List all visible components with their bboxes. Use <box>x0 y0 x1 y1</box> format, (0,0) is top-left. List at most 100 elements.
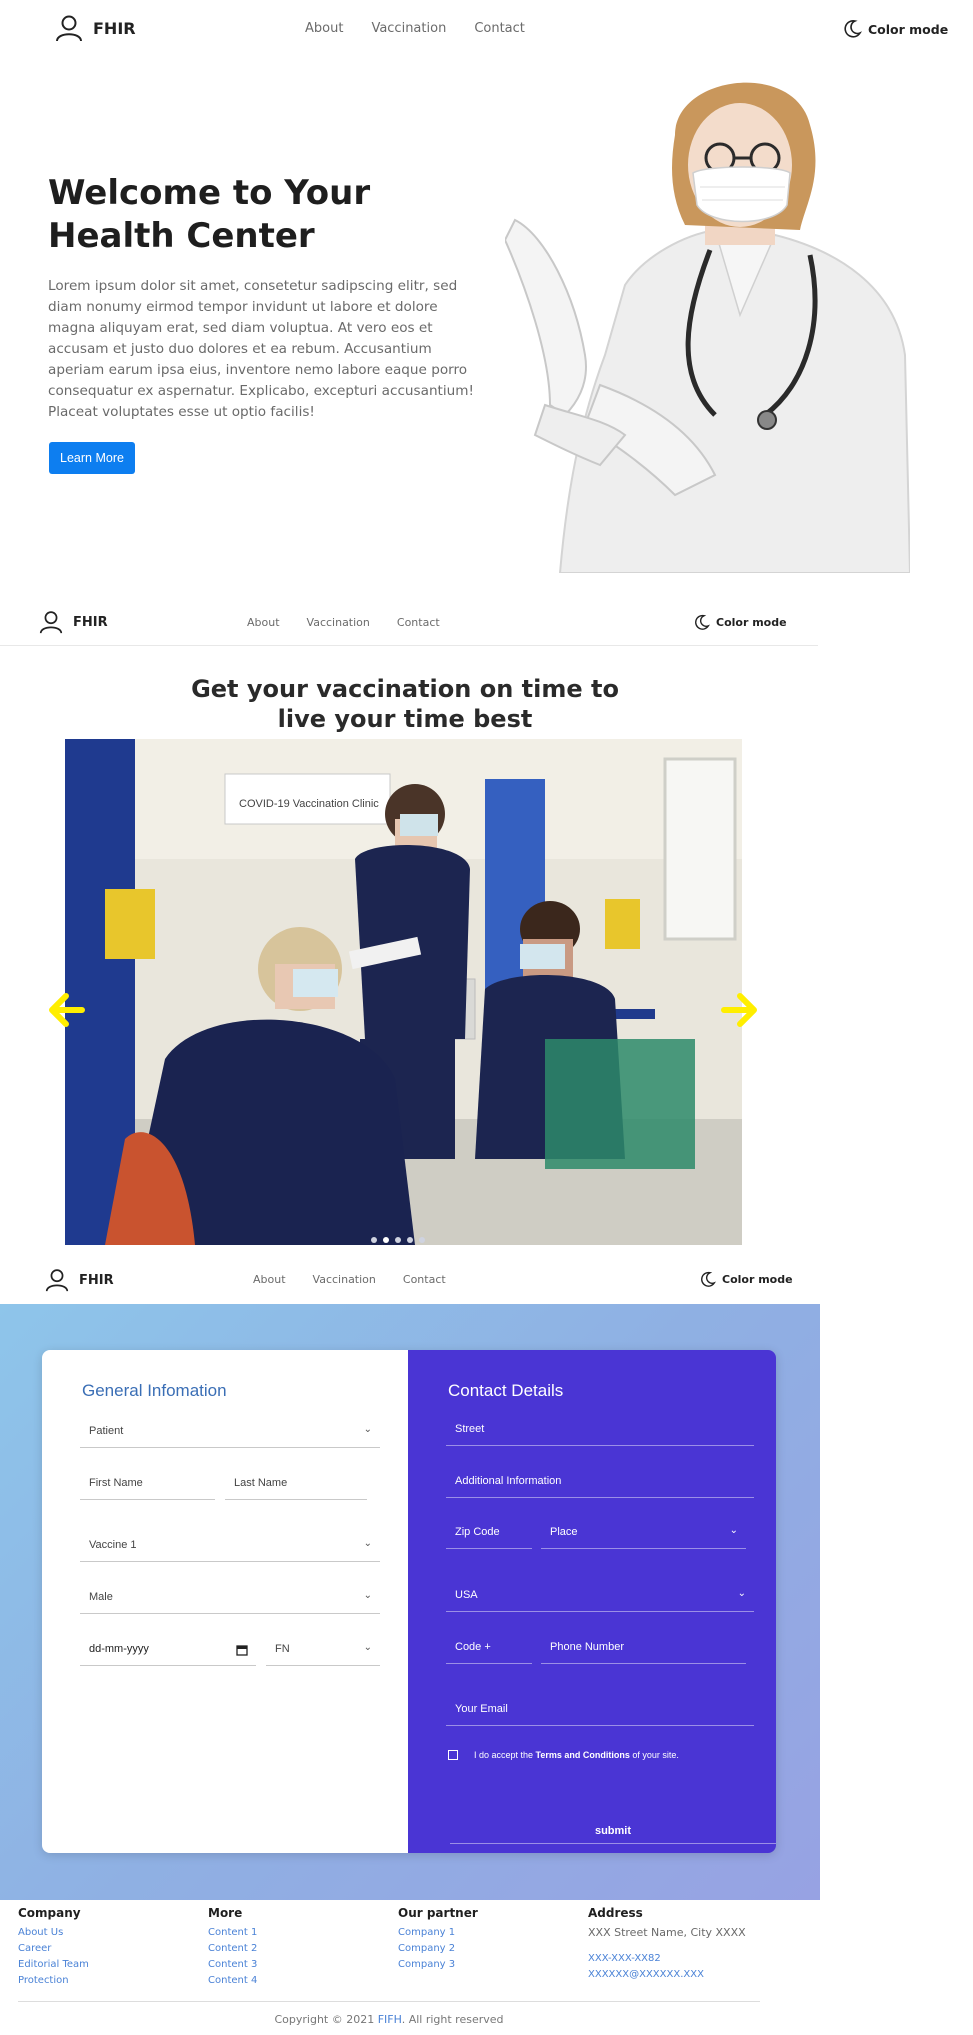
hero-title: Welcome to Your Health Center <box>48 173 371 256</box>
nav-link-contact[interactable]: Contact <box>403 1273 446 1286</box>
color-mode-toggle[interactable]: Color mode <box>693 614 787 631</box>
gender-select[interactable]: Male ⌄ <box>80 1584 380 1614</box>
brand[interactable]: FHIR <box>45 1268 114 1292</box>
vaccine-select-value: Vaccine 1 <box>89 1539 137 1551</box>
footer-link-protection[interactable]: Protection <box>18 1973 89 1989</box>
chevron-down-icon: ⌄ <box>737 1588 746 1599</box>
brand[interactable]: FHIR <box>55 14 136 42</box>
footer-address-title: Address <box>588 1906 643 1920</box>
chevron-down-icon: ⌄ <box>363 1538 372 1549</box>
vaccination-navbar: FHIR About Vaccination Contact Color mod… <box>0 602 818 646</box>
nav-link-vaccination[interactable]: Vaccination <box>307 616 370 629</box>
carousel-next-arrow-icon[interactable] <box>720 990 758 1030</box>
carousel-indicators <box>371 1237 425 1243</box>
nav-link-contact[interactable]: Contact <box>474 21 525 36</box>
contact-details-panel: Contact Details Street Additional Inform… <box>408 1350 776 1853</box>
brand-name: FHIR <box>73 614 108 630</box>
date-placeholder: dd-mm-yyyy <box>89 1643 149 1655</box>
footer-divider <box>18 2001 760 2002</box>
brand-name: FHIR <box>93 18 136 38</box>
footer-link-editorial-team[interactable]: Editorial Team <box>18 1957 89 1973</box>
footer-link-content-1[interactable]: Content 1 <box>208 1925 257 1941</box>
footer-address-street: XXX Street Name, City XXXX <box>588 1926 746 1939</box>
terms-link[interactable]: Terms and Conditions <box>536 1750 630 1760</box>
color-mode-toggle[interactable]: Color mode <box>842 19 948 39</box>
submit-button[interactable]: submit <box>450 1818 776 1844</box>
phone-number-placeholder: Phone Number <box>550 1641 624 1653</box>
terms-checkbox[interactable] <box>448 1750 458 1760</box>
footer-link-company-1[interactable]: Company 1 <box>398 1925 478 1941</box>
footer-link-content-4[interactable]: Content 4 <box>208 1973 257 1989</box>
footer-email-link[interactable]: XXXXXX@XXXXXX.XXX <box>588 1967 746 1983</box>
carousel-indicator-dot[interactable] <box>395 1237 401 1243</box>
footer-link-company-2[interactable]: Company 2 <box>398 1941 478 1957</box>
color-mode-label: Color mode <box>716 616 787 629</box>
footer-phone-link[interactable]: XXX-XXX-XX82 <box>588 1951 746 1967</box>
carousel-indicator-dot[interactable] <box>371 1237 377 1243</box>
contact-details-title: Contact Details <box>448 1381 564 1400</box>
footer-more-title: More <box>208 1906 243 1920</box>
chevron-down-icon: ⌄ <box>363 1424 372 1435</box>
date-of-birth-input[interactable]: dd-mm-yyyy <box>80 1636 256 1666</box>
additional-information-input[interactable]: Additional Information <box>446 1468 754 1498</box>
street-input[interactable]: Street <box>446 1416 754 1446</box>
nav-link-contact[interactable]: Contact <box>397 616 440 629</box>
chevron-down-icon: ⌄ <box>363 1590 372 1601</box>
footer-link-career[interactable]: Career <box>18 1941 89 1957</box>
phone-code-placeholder: Code + <box>455 1641 491 1653</box>
carousel-indicator-dot[interactable] <box>383 1237 389 1243</box>
last-name-placeholder: Last Name <box>234 1477 288 1489</box>
nav-link-about[interactable]: About <box>305 21 343 36</box>
color-mode-toggle[interactable]: Color mode <box>699 1271 793 1288</box>
footer-address-column: Address XXX Street Name, City XXXX XXX-X… <box>588 1906 746 1983</box>
learn-more-button[interactable]: Learn More <box>49 442 135 474</box>
country-select[interactable]: USA ⌄ <box>446 1582 754 1612</box>
carousel-indicator-dot[interactable] <box>419 1237 425 1243</box>
street-placeholder: Street <box>455 1423 485 1435</box>
moon-icon <box>701 1271 716 1287</box>
terms-label: I do accept the Terms and Conditions of … <box>474 1750 679 1760</box>
last-name-input[interactable]: Last Name <box>225 1470 367 1500</box>
calendar-icon[interactable] <box>236 1644 248 1656</box>
carousel-prev-arrow-icon[interactable] <box>48 990 86 1030</box>
place-select[interactable]: Place ⌄ <box>541 1519 746 1549</box>
vaccine-select[interactable]: Vaccine 1 ⌄ <box>80 1532 380 1562</box>
country-select-value: USA <box>455 1589 478 1601</box>
nav-link-vaccination[interactable]: Vaccination <box>313 1273 376 1286</box>
nav-link-vaccination[interactable]: Vaccination <box>371 21 446 36</box>
additional-information-placeholder: Additional Information <box>455 1475 562 1487</box>
footer-link-content-2[interactable]: Content 2 <box>208 1941 257 1957</box>
phone-number-input[interactable]: Phone Number <box>541 1634 746 1664</box>
patient-select-value: Patient <box>89 1425 124 1437</box>
footer-link-company-3[interactable]: Company 3 <box>398 1957 478 1973</box>
hero-text: Lorem ipsum dolor sit amet, consetetur s… <box>48 278 474 420</box>
vaccination-carousel[interactable]: COVID-19 Vaccination Clinic <box>65 739 742 1245</box>
chevron-down-icon: ⌄ <box>363 1642 372 1653</box>
email-placeholder: Your Email <box>455 1703 508 1715</box>
carousel-indicator-dot[interactable] <box>407 1237 413 1243</box>
patient-select[interactable]: Patient ⌄ <box>80 1418 380 1448</box>
email-input[interactable]: Your Email <box>446 1696 754 1726</box>
brand[interactable]: FHIR <box>39 610 108 634</box>
footer-link-content-3[interactable]: Content 3 <box>208 1957 257 1973</box>
footer-link-about-us[interactable]: About Us <box>18 1925 89 1941</box>
vaccination-clinic-image: COVID-19 Vaccination Clinic <box>65 739 742 1245</box>
terms-text-pre: I do accept the <box>474 1750 536 1760</box>
nav-links: About Vaccination Contact <box>305 21 553 36</box>
fn-select[interactable]: FN ⌄ <box>266 1636 380 1666</box>
color-mode-label: Color mode <box>722 1273 793 1286</box>
chevron-down-icon: ⌄ <box>729 1525 738 1536</box>
copyright-brand-link[interactable]: FIFH <box>378 2013 402 2026</box>
nav-link-about[interactable]: About <box>253 1273 286 1286</box>
copyright-post: . All right reserved <box>401 2013 504 2026</box>
zip-code-input[interactable]: Zip Code <box>446 1519 532 1549</box>
doctor-image <box>505 82 910 573</box>
moon-icon <box>844 20 862 38</box>
general-information-title: General Infomation <box>82 1381 227 1400</box>
fn-select-value: FN <box>275 1643 290 1655</box>
color-mode-label: Color mode <box>868 21 949 37</box>
first-name-input[interactable]: First Name <box>80 1470 215 1500</box>
nav-link-about[interactable]: About <box>247 616 280 629</box>
phone-code-input[interactable]: Code + <box>446 1634 532 1664</box>
terms-row: I do accept the Terms and Conditions of … <box>448 1750 679 1760</box>
